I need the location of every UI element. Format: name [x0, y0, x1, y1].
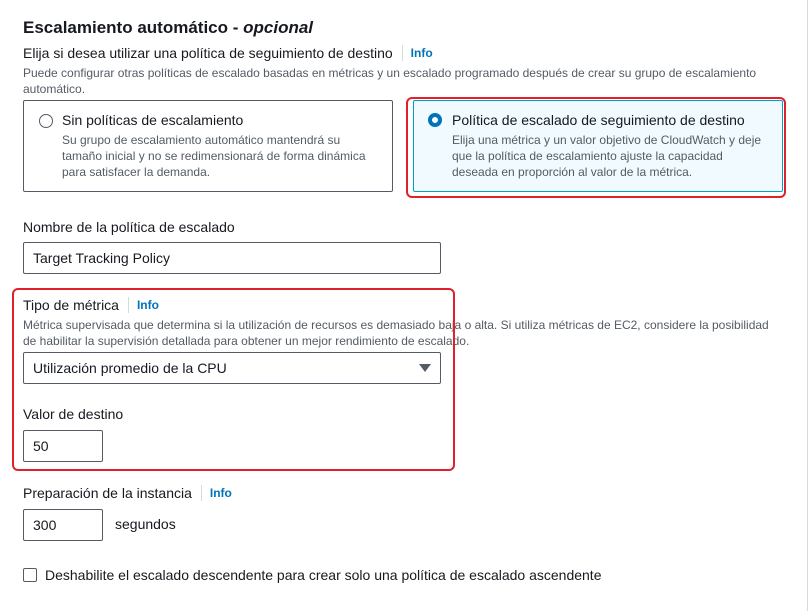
info-separator	[127, 297, 129, 313]
metric-type-description: Métrica supervisada que determina si la …	[23, 318, 769, 348]
instance-warmup-label-row: Preparación de la instancia Info	[23, 485, 232, 501]
policy-name-input[interactable]	[23, 242, 441, 274]
policy-choice-label-row: Elija si desea utilizar una política de …	[23, 45, 433, 61]
metric-type-info-link[interactable]: Info	[137, 298, 159, 312]
instance-warmup-input[interactable]	[23, 509, 103, 541]
section-title-text: Escalamiento automático -	[23, 18, 244, 37]
policy-choice-label: Elija si desea utilizar una política de …	[23, 45, 393, 61]
policy-choice-info-link[interactable]: Info	[411, 46, 433, 60]
metric-type-label: Tipo de métrica	[23, 297, 119, 313]
option-description-target-tracking: Elija una métrica y un valor objetivo de…	[452, 133, 762, 179]
section-title: Escalamiento automático - opcional	[23, 18, 313, 38]
radio-target-tracking[interactable]	[428, 113, 442, 127]
caret-down-icon	[419, 364, 431, 372]
option-title-no-policy: Sin políticas de escalamiento	[62, 112, 244, 128]
instance-warmup-label: Preparación de la instancia	[23, 485, 192, 501]
instance-warmup-info-link[interactable]: Info	[210, 486, 232, 500]
policy-name-label: Nombre de la política de escalado	[23, 219, 235, 235]
target-value-input[interactable]	[23, 430, 103, 462]
target-value-label: Valor de destino	[23, 406, 124, 422]
radio-no-policy[interactable]	[39, 114, 53, 128]
disable-scale-in-checkbox[interactable]	[23, 568, 37, 582]
auto-scaling-panel: Escalamiento automático - opcional Elija…	[0, 0, 808, 611]
metric-type-selected: Utilización promedio de la CPU	[33, 360, 227, 376]
metric-type-select[interactable]: Utilización promedio de la CPU	[23, 352, 441, 384]
policy-choice-description: Puede configurar otras políticas de esca…	[23, 66, 757, 96]
option-tile-no-policy[interactable]: Sin políticas de escalamiento Su grupo d…	[23, 100, 393, 192]
disable-scale-in-label[interactable]: Deshabilite el escalado descendente para…	[45, 567, 602, 583]
option-tile-target-tracking[interactable]: Política de escalado de seguimiento de d…	[413, 100, 783, 192]
info-separator	[200, 485, 202, 501]
option-description-no-policy: Su grupo de escalamiento automático mant…	[62, 133, 366, 179]
option-title-target-tracking: Política de escalado de seguimiento de d…	[452, 112, 745, 128]
info-separator	[401, 45, 403, 61]
section-title-optional: opcional	[243, 18, 314, 37]
instance-warmup-unit: segundos	[115, 516, 176, 532]
metric-type-label-row: Tipo de métrica Info	[23, 297, 159, 313]
